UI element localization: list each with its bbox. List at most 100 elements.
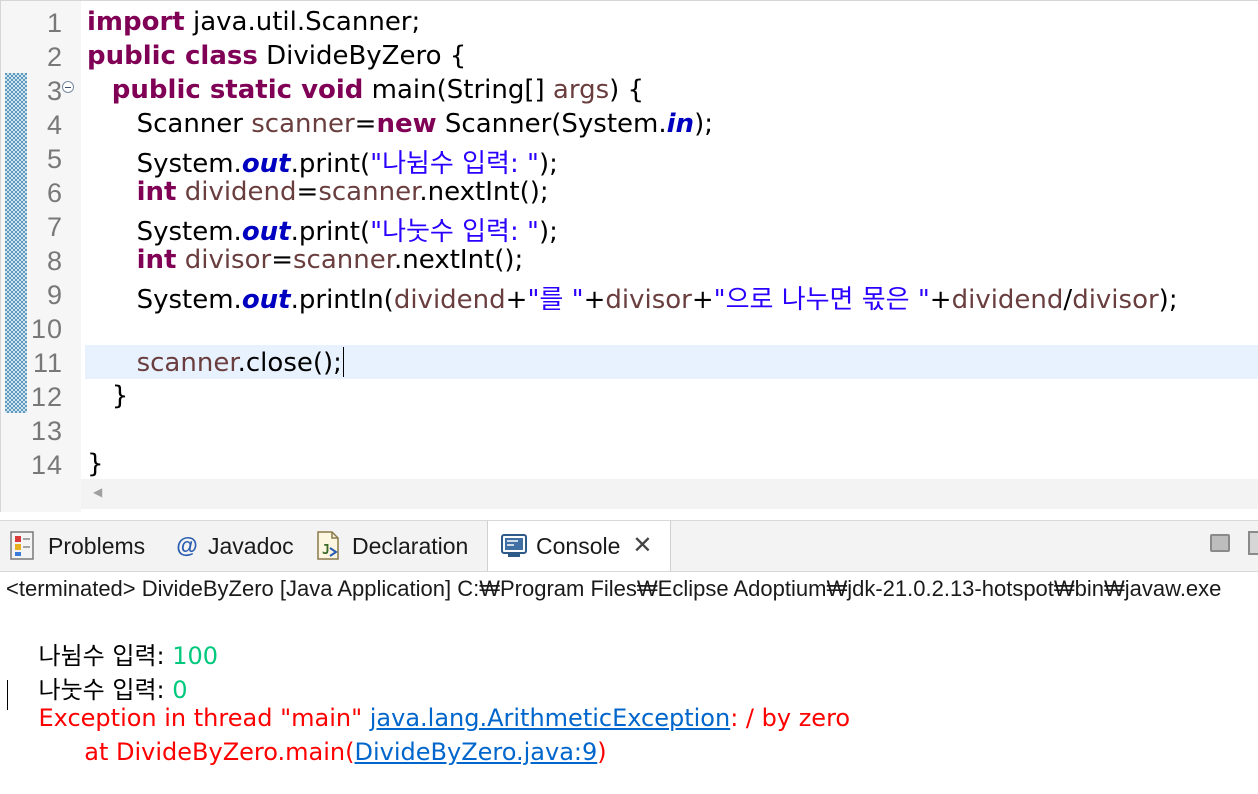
- code-line[interactable]: 11 scanner.close();: [1, 346, 1258, 380]
- code-text: int divisor=scanner.nextInt();: [87, 245, 524, 275]
- code-line[interactable]: 9 System.out.println(dividend+"를 "+divis…: [1, 278, 1258, 315]
- line-number: 12: [30, 382, 63, 412]
- horizontal-scrollbar[interactable]: ◀: [81, 479, 1258, 509]
- code-token: "으로 나누면 몫은 ": [713, 285, 930, 315]
- code-token: System.: [87, 285, 242, 315]
- code-token: DivideByZero {: [257, 41, 467, 71]
- code-token: scanner: [251, 109, 355, 139]
- code-token: =: [271, 245, 293, 275]
- code-token: out: [241, 149, 291, 179]
- code-token: }: [87, 449, 104, 479]
- code-token: import: [87, 7, 185, 37]
- bottom-panel: Problems @ Javadoc J Declaration Console…: [0, 512, 1258, 771]
- scroll-left-arrow-icon[interactable]: ◀: [93, 485, 102, 499]
- code-token: int: [136, 245, 177, 275]
- code-text: }: [87, 381, 129, 411]
- code-token: out: [241, 217, 291, 247]
- code-line[interactable]: 3 public static void main(String[] args)…: [1, 74, 1258, 108]
- line-number: 5: [46, 144, 63, 174]
- tab-problems[interactable]: Problems: [8, 521, 145, 571]
- code-token: scanner: [318, 177, 420, 207]
- stack-trace-link[interactable]: DivideByZero.java:9: [355, 738, 598, 766]
- code-text: public static void main(String[] args) {: [87, 75, 644, 105]
- code-token: +: [505, 285, 528, 315]
- code-token: .println(: [290, 285, 394, 315]
- code-line[interactable]: 7 System.out.print("나눗수 입력: ");: [1, 210, 1258, 247]
- code-token: "나뉨수 입력: ": [370, 149, 539, 179]
- code-line[interactable]: 14}: [1, 448, 1258, 482]
- code-text: }: [87, 449, 104, 479]
- code-token: );: [1158, 285, 1178, 315]
- code-line[interactable]: 13: [1, 414, 1258, 448]
- code-text: Scanner scanner=new Scanner(System.in);: [87, 109, 713, 139]
- code-token: scanner: [136, 348, 238, 378]
- code-text: int dividend=scanner.nextInt();: [87, 177, 549, 207]
- code-line[interactable]: 1 import java.util.Scanner;: [1, 6, 1258, 40]
- code-token: .print(: [290, 149, 371, 179]
- line-number: 6: [46, 178, 63, 208]
- code-token: args: [552, 75, 610, 105]
- line-number: 1: [46, 8, 63, 38]
- code-line[interactable]: 8 int divisor=scanner.nextInt();: [1, 244, 1258, 278]
- code-line[interactable]: 6 int dividend=scanner.nextInt();: [1, 176, 1258, 210]
- code-token: .close();: [237, 348, 342, 378]
- code-line[interactable]: 12 }: [1, 380, 1258, 414]
- code-text: import java.util.Scanner;: [87, 7, 420, 37]
- line-number: 8: [46, 246, 63, 276]
- line-number: 14: [30, 450, 63, 480]
- code-line[interactable]: 5 System.out.print("나뉨수 입력: ");: [1, 142, 1258, 179]
- code-token: Scanner: [87, 109, 252, 139]
- code-token: =: [354, 109, 377, 139]
- line-number: 3: [46, 76, 63, 106]
- code-token: new: [376, 109, 437, 139]
- code-token: .nextInt();: [419, 177, 549, 207]
- code-token: dividend: [184, 177, 297, 207]
- javadoc-icon: @: [176, 533, 198, 558]
- code-text: public class DivideByZero {: [87, 41, 466, 71]
- console-icon: [501, 534, 527, 557]
- tab-label: Problems: [48, 532, 146, 559]
- text-caret: [342, 347, 344, 377]
- line-number: 13: [30, 416, 63, 446]
- code-line[interactable]: 2 public class DivideByZero {: [1, 40, 1258, 74]
- code-token: );: [538, 149, 558, 179]
- tab-declaration[interactable]: J Declaration: [314, 521, 468, 571]
- line-number: 7: [46, 212, 63, 242]
- close-icon[interactable]: ✕: [632, 534, 652, 558]
- tab-console[interactable]: Console ✕: [487, 521, 671, 571]
- code-line[interactable]: 10: [1, 312, 1258, 346]
- line-number: 4: [46, 110, 63, 140]
- code-token: +: [583, 285, 606, 315]
- stack-trace-text: at DivideByZero.main(: [38, 738, 355, 766]
- code-token: public class: [87, 41, 258, 71]
- code-token: scanner: [293, 245, 395, 275]
- minimize-icon[interactable]: [1210, 534, 1230, 552]
- stack-trace-text-end: ): [597, 738, 607, 766]
- code-token: divisor: [605, 285, 692, 315]
- code-token: System.: [87, 149, 242, 179]
- code-text: System.out.println(dividend+"를 "+divisor…: [87, 279, 1178, 316]
- tab-label: Javadoc: [208, 532, 294, 559]
- code-token: Scanner(System.: [436, 109, 667, 139]
- maximize-icon[interactable]: [1248, 531, 1258, 555]
- code-text: System.out.print("나뉨수 입력: ");: [87, 143, 558, 180]
- code-token: in: [666, 109, 695, 139]
- stack-trace-line: at DivideByZero.main(DivideByZero.java:9…: [8, 710, 607, 794]
- code-editor[interactable]: 1 import java.util.Scanner; 2 public class …: [0, 0, 1258, 512]
- console-status-line: <terminated> DivideByZero [Java Applicat…: [6, 576, 1222, 601]
- code-line[interactable]: 4 Scanner scanner=new Scanner(System.in)…: [1, 108, 1258, 142]
- svg-text:J: J: [322, 543, 330, 558]
- problems-icon: [10, 531, 34, 560]
- declaration-icon: J: [317, 531, 339, 560]
- code-token: main(String[]: [363, 75, 553, 105]
- code-token: dividend: [951, 285, 1064, 315]
- exception-message: : / by zero: [730, 704, 851, 732]
- code-token: );: [538, 217, 558, 247]
- tab-javadoc[interactable]: @ Javadoc: [174, 521, 294, 571]
